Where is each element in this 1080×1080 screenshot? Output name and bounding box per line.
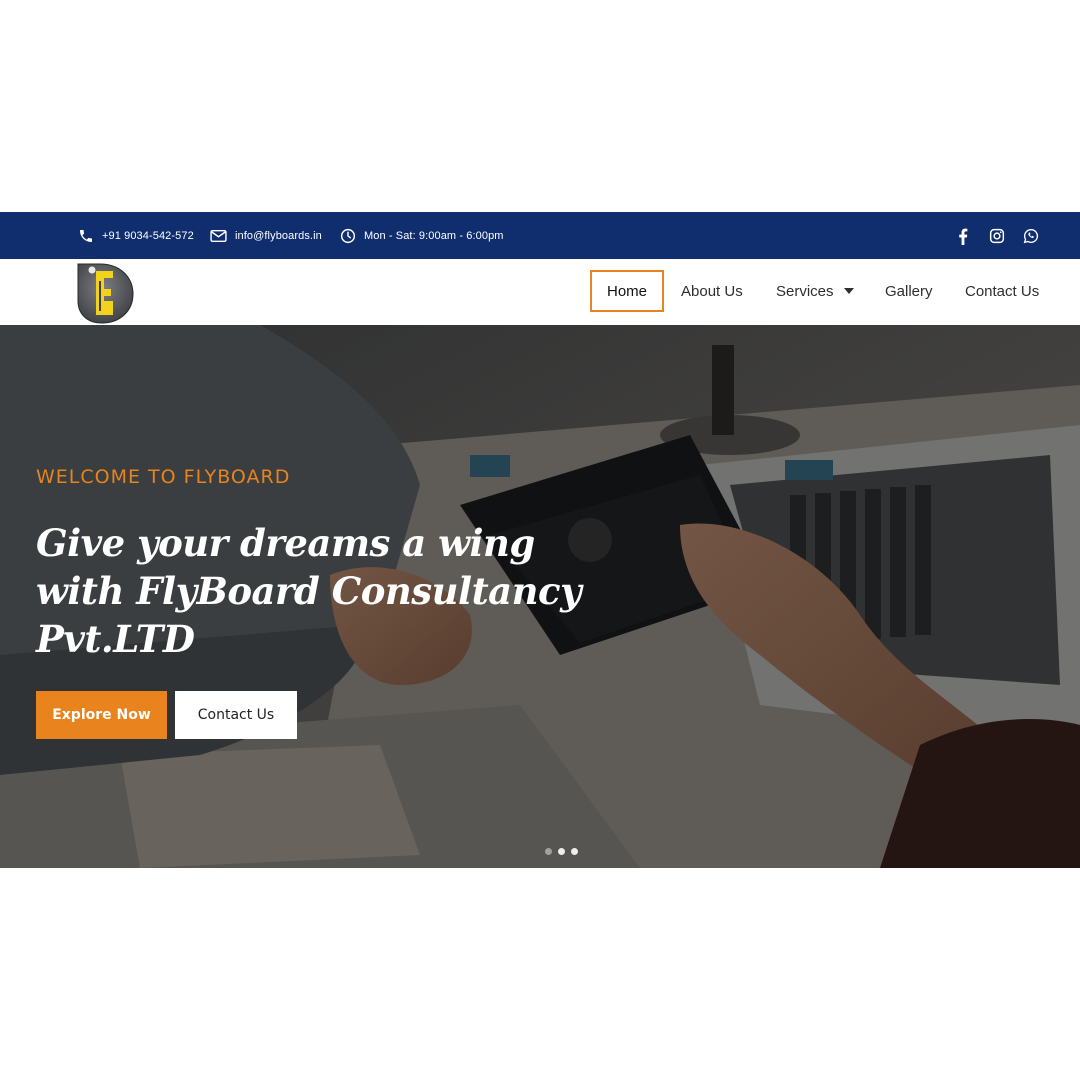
nav-gallery[interactable]: Gallery — [885, 270, 933, 312]
caret-down-icon — [843, 288, 854, 294]
phone-contact[interactable]: +91 9034-542-572 — [78, 212, 194, 259]
clock-icon — [340, 228, 356, 243]
nav-about-us[interactable]: About Us — [681, 270, 743, 312]
slide-dot-1[interactable] — [545, 848, 552, 855]
hours-text: Mon - Sat: 9:00am - 6:00pm — [364, 229, 504, 242]
envelope-icon — [210, 229, 227, 242]
top-contact-bar: +91 9034-542-572 info@flyboards.in Mon -… — [0, 212, 1080, 259]
contact-us-button[interactable]: Contact Us — [175, 691, 297, 739]
nav-home[interactable]: Home — [590, 270, 664, 312]
facebook-icon[interactable] — [952, 225, 974, 247]
flyboard-logo[interactable] — [74, 261, 136, 325]
business-hours: Mon - Sat: 9:00am - 6:00pm — [340, 212, 504, 259]
hero-headline-line-1: Give your dreams a wing — [36, 521, 535, 565]
whatsapp-icon[interactable] — [1020, 225, 1042, 247]
hero-headline-line-2: with FlyBoard Consultancy — [36, 569, 582, 613]
nav-contact-us-label: Contact Us — [965, 282, 1040, 300]
slide-dot-3[interactable] — [571, 848, 578, 855]
email-address: info@flyboards.in — [235, 229, 322, 242]
nav-about-us-label: About Us — [681, 282, 743, 300]
slide-dot-2[interactable] — [558, 848, 565, 855]
slider-pagination — [545, 848, 578, 855]
nav-home-label: Home — [606, 282, 647, 300]
hero-headline: Give your dreams a wing with FlyBoard Co… — [36, 519, 596, 663]
hero-eyebrow: WELCOME TO FLYBOARD — [36, 466, 291, 488]
instagram-icon[interactable] — [986, 225, 1008, 247]
phone-icon — [80, 229, 92, 242]
nav-services-label: Services — [776, 282, 834, 300]
main-navbar: Home About Us Services Gallery Contact U… — [0, 259, 1080, 325]
hero-slider: WELCOME TO FLYBOARD Give your dreams a w… — [0, 325, 1080, 868]
hero-headline-line-3: Pvt.LTD — [36, 617, 195, 661]
phone-number: +91 9034-542-572 — [102, 229, 194, 242]
explore-now-button[interactable]: Explore Now — [36, 691, 167, 739]
nav-gallery-label: Gallery — [885, 282, 933, 300]
nav-services[interactable]: Services — [776, 270, 854, 312]
email-contact[interactable]: info@flyboards.in — [210, 212, 322, 259]
nav-contact-us[interactable]: Contact Us — [965, 270, 1039, 312]
